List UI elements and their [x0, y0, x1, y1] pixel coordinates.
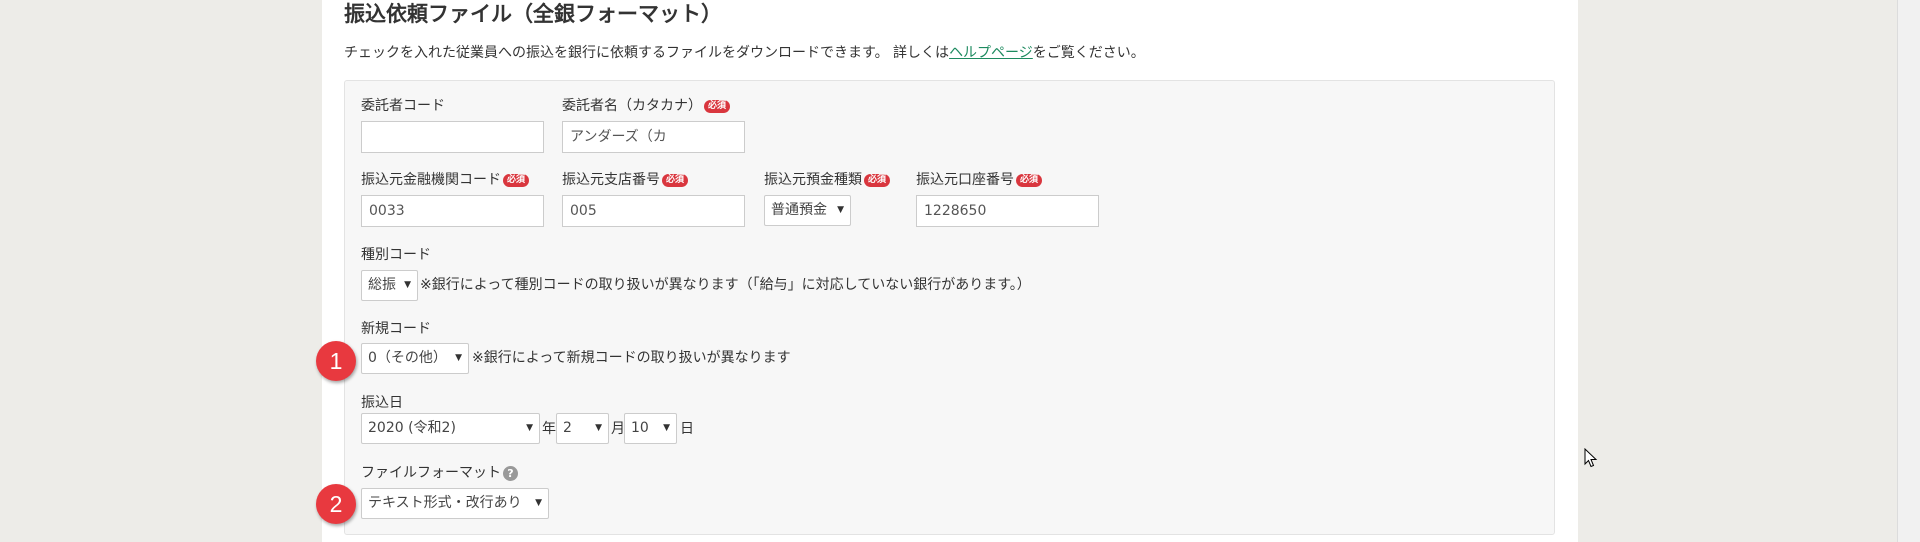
transfer-date-label: 振込日 [361, 394, 403, 412]
mouse-pointer-icon [1584, 448, 1598, 468]
new-code-value: 0（その他） [368, 350, 447, 366]
deposit-type-label-text: 振込元預金種類 [764, 172, 862, 188]
chevron-down-icon: ▼ [663, 423, 670, 433]
type-code-select[interactable]: 総振 ▼ [361, 270, 418, 301]
chevron-down-icon: ▼ [404, 280, 411, 290]
annotation-badge-2: 2 [316, 484, 356, 524]
new-code-note: ※銀行によって新規コードの取り扱いが異なります [472, 350, 791, 366]
branch-code-label: 振込元支店番号 必須 [562, 171, 689, 189]
branch-code-input[interactable]: 005 [562, 195, 745, 227]
year-unit: 年 [542, 421, 556, 437]
type-code-note: ※銀行によって種別コードの取り扱いが異なります（「給与」に対応していない銀行があ… [420, 277, 1031, 293]
type-code-label: 種別コード [361, 246, 431, 264]
consignor-code-input[interactable] [361, 121, 544, 153]
deposit-type-select[interactable]: 普通預金 ▼ [764, 195, 851, 226]
month-select[interactable]: 2 ▼ [556, 413, 609, 444]
help-page-link[interactable]: ヘルプページ [949, 45, 1033, 61]
chevron-down-icon: ▼ [455, 353, 462, 363]
file-format-value: テキスト形式・改行あり [368, 495, 522, 511]
account-number-label: 振込元口座番号 必須 [916, 171, 1043, 189]
type-code-value: 総振 [368, 277, 396, 293]
bank-code-input[interactable]: 0033 [361, 195, 544, 227]
bank-code-label-text: 振込元金融機関コード [361, 172, 501, 188]
month-unit: 月 [611, 421, 625, 437]
scrollbar[interactable] [1897, 0, 1920, 542]
year-value: 2020 (令和2) [368, 420, 456, 436]
new-code-label: 新規コード [361, 320, 431, 338]
page-description: チェックを入れた従業員への振込を銀行に依頼するファイルをダウンロードできます。 … [344, 43, 1145, 63]
account-number-label-text: 振込元口座番号 [916, 172, 1014, 188]
required-badge: 必須 [704, 99, 731, 113]
day-select[interactable]: 10 ▼ [624, 413, 677, 444]
description-suffix: をご覧ください。 [1032, 45, 1145, 61]
consignor-name-label: 委託者名（カタカナ） 必須 [562, 97, 731, 115]
year-select[interactable]: 2020 (令和2) ▼ [361, 413, 540, 444]
required-badge: 必須 [662, 173, 689, 187]
deposit-type-value: 普通預金 [771, 202, 827, 218]
required-badge: 必須 [864, 173, 891, 187]
annotation-badge-1: 1 [316, 341, 356, 381]
chevron-down-icon: ▼ [526, 423, 533, 433]
consignor-name-input[interactable]: アンダーズ（カ [562, 121, 745, 153]
month-value: 2 [563, 420, 572, 436]
required-badge: 必須 [503, 173, 530, 187]
new-code-label-text: 新規コード [361, 321, 431, 337]
day-unit: 日 [680, 421, 694, 437]
consignor-code-label-text: 委託者コード [361, 98, 445, 114]
new-code-select[interactable]: 0（その他） ▼ [361, 343, 469, 374]
chevron-down-icon: ▼ [595, 423, 602, 433]
account-number-input[interactable]: 1228650 [916, 195, 1099, 227]
file-format-select[interactable]: テキスト形式・改行あり ▼ [361, 488, 549, 519]
file-format-label-text: ファイルフォーマット [361, 465, 501, 481]
bank-code-label: 振込元金融機関コード 必須 [361, 171, 530, 189]
transfer-date-label-text: 振込日 [361, 395, 403, 411]
question-mark-icon[interactable]: ? [503, 465, 518, 481]
branch-code-label-text: 振込元支店番号 [562, 172, 660, 188]
deposit-type-label: 振込元預金種類 必須 [764, 171, 891, 189]
consignor-code-label: 委託者コード [361, 97, 445, 115]
page-title: 振込依頼ファイル（全銀フォーマット） [344, 2, 722, 26]
file-format-label: ファイルフォーマット? [361, 464, 518, 482]
chevron-down-icon: ▼ [535, 498, 542, 508]
chevron-down-icon: ▼ [837, 205, 844, 215]
required-badge: 必須 [1016, 173, 1043, 187]
consignor-name-label-text: 委託者名（カタカナ） [562, 98, 702, 114]
day-value: 10 [631, 420, 649, 436]
type-code-label-text: 種別コード [361, 247, 431, 263]
description-prefix: チェックを入れた従業員への振込を銀行に依頼するファイルをダウンロードできます。 … [344, 45, 950, 61]
